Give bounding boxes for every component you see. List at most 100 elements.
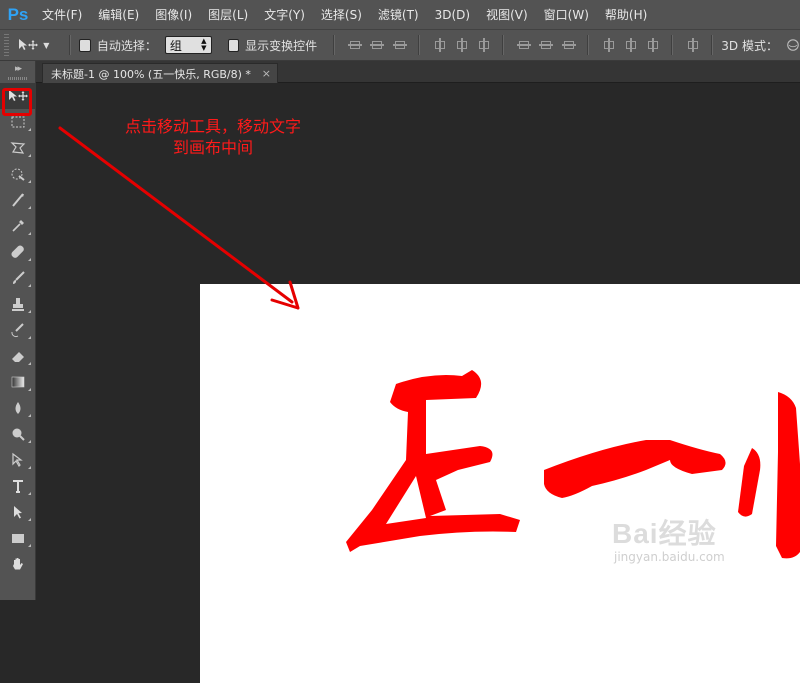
blur-tool[interactable] (0, 395, 36, 421)
annotation-line-1: 点击移动工具，移动文字 (124, 117, 301, 136)
menu-view[interactable]: 视图(V) (486, 6, 528, 23)
divider (502, 35, 505, 55)
hand-tool[interactable] (0, 551, 36, 577)
show-transform-label: 显示变换控件 (245, 38, 318, 53)
document-tab-title: 未标题-1 @ 100% (五一快乐, RGB/8) * (51, 67, 251, 81)
double-chevron-icon[interactable]: ▸▸ (15, 64, 22, 74)
distribute-vertical-center-icon[interactable] (539, 38, 554, 52)
menu-help[interactable]: 帮助(H) (605, 6, 647, 23)
distribute-left-icon[interactable] (602, 38, 614, 52)
canvas-artwork (346, 370, 800, 559)
lasso-icon (10, 142, 26, 154)
calligraphy-text (346, 370, 800, 559)
divider (333, 35, 336, 55)
divider (671, 35, 674, 55)
crop-icon (12, 193, 24, 207)
menu-3d[interactable]: 3D(D) (435, 8, 470, 22)
document-canvas[interactable] (200, 284, 800, 683)
align-left-icon[interactable] (433, 38, 445, 52)
auto-select-checkbox[interactable] (79, 38, 91, 52)
rectangle-icon (12, 534, 24, 543)
annotation-line-2: 到画布中间 (172, 138, 253, 157)
hand-icon (13, 558, 23, 570)
stepper-icon: ▲ ▼ (201, 37, 207, 52)
align-top-icon[interactable] (348, 38, 363, 52)
align-bottom-icon[interactable] (392, 38, 407, 52)
3d-mode-label: 3D 模式： (721, 38, 778, 53)
tool-preset-picker[interactable]: ▼ (17, 37, 49, 53)
path-select-icon (14, 506, 22, 519)
options-bar: ▼ 自动选择： 组 ▲ ▼ 显示变换控件 3D 模式： (0, 29, 800, 61)
dodge-tool[interactable] (0, 421, 36, 447)
align-horizontal-center-icon[interactable] (455, 38, 468, 52)
brush-tool[interactable] (0, 265, 36, 291)
distribute-top-icon[interactable] (517, 38, 532, 52)
quick-select-tool[interactable] (0, 161, 36, 187)
quick-select-icon (11, 168, 25, 181)
menu-select[interactable]: 选择(S) (321, 6, 362, 23)
tools-panel: ▸▸ (0, 61, 36, 600)
menu-bar: Ps 文件(F) 编辑(E) 图像(I) 图层(L) 文字(Y) 选择(S) 滤… (0, 0, 800, 29)
lasso-tool[interactable] (0, 135, 36, 161)
show-transform-checkbox[interactable] (227, 38, 240, 52)
type-tool[interactable] (0, 473, 36, 499)
auto-align-icon[interactable] (686, 38, 699, 52)
document-tab-bar: 未标题-1 @ 100% (五一快乐, RGB/8) * × (36, 61, 800, 83)
align-vertical-center-icon[interactable] (370, 38, 385, 52)
auto-select-value: 组 (169, 38, 182, 53)
watermark-url: jingyan.baidu.com (614, 550, 725, 564)
pen-icon (12, 452, 23, 467)
distribute-right-icon[interactable] (646, 38, 659, 52)
healing-tool[interactable] (0, 239, 36, 265)
eyedropper-tool[interactable] (0, 213, 36, 239)
tools-panel-grip[interactable] (7, 76, 28, 80)
distribute-bottom-icon[interactable] (561, 38, 576, 52)
document-tab[interactable]: 未标题-1 @ 100% (五一快乐, RGB/8) * × (42, 63, 278, 83)
path-select-tool[interactable] (0, 499, 36, 525)
3d-rotate-icon[interactable] (786, 37, 800, 53)
rectangle-tool[interactable] (0, 525, 36, 551)
menu-layer[interactable]: 图层(L) (208, 6, 248, 23)
stamp-icon (12, 298, 24, 311)
crop-tool[interactable] (0, 187, 36, 213)
options-bar-grip[interactable] (4, 34, 10, 56)
gradient-tool[interactable] (0, 369, 36, 395)
divider (711, 35, 714, 55)
watermark-logo: Bai经验 (612, 518, 717, 549)
auto-select-dropdown[interactable]: 组 ▲ ▼ (164, 36, 212, 54)
distribute-horizontal-center-icon[interactable] (624, 38, 637, 52)
history-brush-tool[interactable] (0, 317, 36, 343)
blur-icon (15, 402, 21, 414)
move-tool-highlight (2, 88, 32, 116)
auto-select-label: 自动选择： (96, 38, 157, 53)
menu-image[interactable]: 图像(I) (155, 6, 192, 23)
tools-panel-header[interactable]: ▸▸ (0, 61, 35, 83)
menu-type[interactable]: 文字(Y) (264, 6, 305, 23)
photoshop-logo: Ps (7, 4, 29, 24)
brush-icon (13, 271, 25, 284)
menu-window[interactable]: 窗口(W) (544, 6, 589, 23)
close-icon[interactable]: × (262, 67, 271, 80)
align-right-icon[interactable] (477, 38, 490, 52)
type-icon (13, 480, 23, 493)
stamp-tool[interactable] (0, 291, 36, 317)
baidu-watermark: Bai经验 jingyan.baidu.com (612, 512, 725, 564)
annotation-callout: 点击移动工具，移动文字 到画布中间 (88, 116, 338, 158)
eraser-icon (12, 352, 24, 362)
chevron-down-icon: ▼ (43, 40, 50, 50)
menu-edit[interactable]: 编辑(E) (98, 6, 139, 23)
marquee-icon (11, 116, 25, 128)
divider (417, 35, 420, 55)
menu-filter[interactable]: 滤镜(T) (378, 6, 419, 23)
divider (69, 35, 72, 55)
eyedropper-icon (12, 220, 24, 232)
menu-file[interactable]: 文件(F) (42, 6, 82, 23)
healing-icon (11, 245, 24, 258)
dodge-icon (12, 428, 25, 441)
move-icon (19, 39, 39, 50)
history-brush-icon (11, 323, 24, 338)
pen-tool[interactable] (0, 447, 36, 473)
gradient-icon (11, 376, 25, 388)
divider (586, 35, 589, 55)
eraser-tool[interactable] (0, 343, 36, 369)
